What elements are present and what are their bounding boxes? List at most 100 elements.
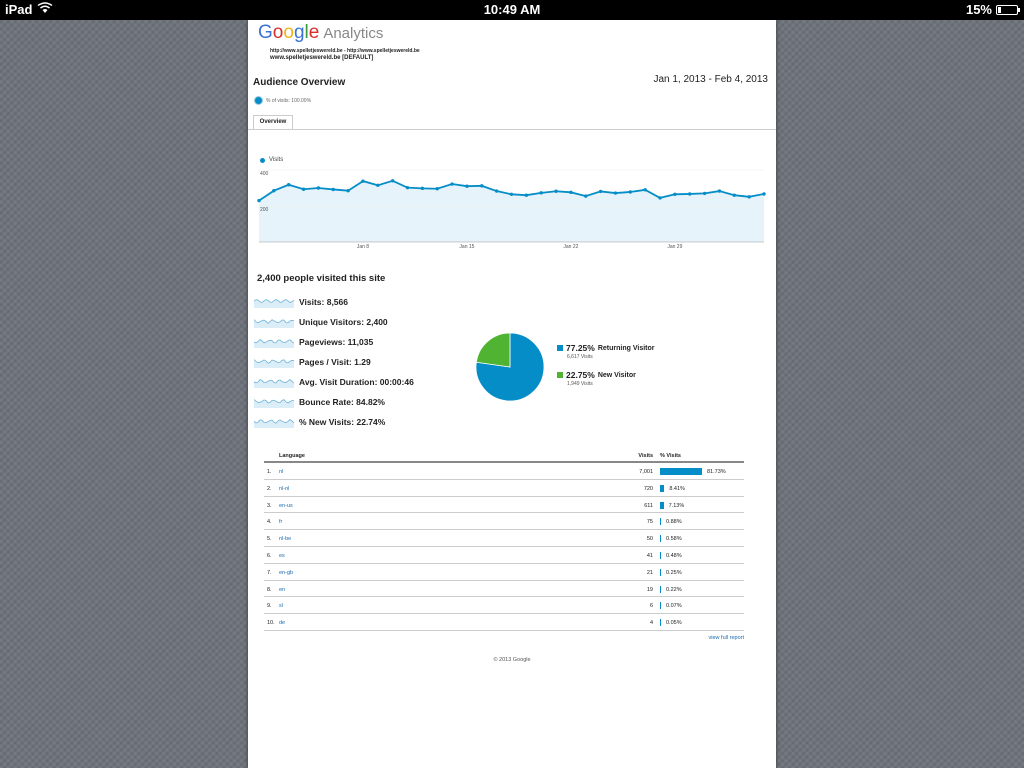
data-point — [673, 192, 677, 196]
visitor-type-pie — [475, 332, 545, 402]
row-share-bar — [660, 501, 664, 509]
google-analytics-logo: Google Analytics — [258, 22, 383, 44]
header-language: Language — [279, 453, 305, 459]
chart-legend: Visits — [260, 157, 283, 163]
row-pct: 0.48% — [666, 552, 682, 559]
segment-indicator: % of visits: 100.00% — [254, 96, 311, 105]
table-row: 4. fr 75 0.88% — [264, 513, 744, 531]
data-point — [316, 186, 321, 190]
segment-label: % of visits: 100.00% — [266, 97, 312, 104]
summary-headline: 2,400 people visited this site — [257, 273, 386, 284]
row-pct: 0.25% — [666, 569, 682, 576]
segment-pie-icon — [254, 96, 263, 105]
row-share-bar — [660, 602, 661, 610]
data-point — [420, 186, 425, 191]
sparkline-icon — [254, 359, 294, 368]
row-visits: 21 — [646, 569, 653, 576]
sparkline-icon — [254, 379, 294, 388]
property-url: http://www.spelletjeswereld.be - http://… — [270, 48, 420, 54]
data-point — [272, 189, 276, 193]
data-point — [658, 196, 662, 200]
table-row: 9. sl 6 0.07% — [264, 597, 744, 615]
data-point — [717, 189, 722, 193]
language-link[interactable]: fr — [279, 519, 282, 525]
language-link[interactable]: nl-be — [279, 536, 291, 542]
x-tick-label: Jan 8 — [357, 244, 369, 250]
language-link[interactable]: sl — [279, 603, 283, 609]
table-row: 1. nl 7,001 81.73% — [264, 463, 744, 480]
metric-value: 11,035 — [345, 337, 374, 347]
legend-percent: 77.25% — [566, 343, 595, 353]
pie-slice — [475, 332, 511, 368]
battery-percent: 15% — [965, 2, 992, 17]
pie-legend-item: 22.75% New Visitor 1,949 Visits — [557, 370, 717, 387]
language-link[interactable]: nl-nl — [279, 486, 289, 492]
header-pct-visits: % Visits — [660, 453, 681, 459]
data-point — [747, 195, 751, 199]
data-point — [524, 193, 529, 197]
metric-label: Unique Visitors: — [299, 317, 365, 327]
language-link[interactable]: en-gb — [279, 570, 293, 576]
row-rank: 1. — [267, 469, 272, 475]
data-point — [287, 183, 291, 187]
metric-label: Avg. Visit Duration: — [299, 377, 378, 387]
language-link[interactable]: en — [279, 587, 285, 593]
row-rank: 4. — [267, 519, 272, 526]
data-point — [554, 189, 558, 193]
table-row: 5. nl-be 50 0.58% — [264, 530, 744, 547]
metric-row: Avg. Visit Duration: 00:00:46 — [254, 375, 454, 389]
y-tick-label: 400 — [260, 171, 269, 177]
data-point — [539, 191, 543, 195]
legend-percent: 22.75% — [566, 370, 595, 380]
logo-word: Google — [258, 22, 320, 43]
data-point — [584, 194, 588, 198]
metric-value: 2,400 — [364, 317, 388, 327]
data-point — [405, 185, 410, 190]
metric-row: Bounce Rate: 84.82% — [254, 395, 454, 409]
data-point — [361, 179, 365, 183]
row-rank: 5. — [267, 536, 272, 543]
visits-trend-chart: 400 200 Jan 8 Jan 15 Jan 22 Jan 29 — [257, 169, 766, 250]
data-point — [628, 190, 633, 194]
language-link[interactable]: de — [279, 620, 285, 626]
sparkline-icon — [254, 338, 294, 348]
row-share-bar — [660, 568, 661, 576]
ios-status-bar: iPad 10:49 AM 15% — [0, 0, 1024, 20]
row-visits: 6 — [649, 603, 653, 610]
sparkline-icon — [254, 299, 294, 308]
metric-value: 8,566 — [324, 297, 348, 307]
legend-swatch — [557, 372, 563, 378]
row-rank: 6. — [267, 552, 272, 559]
row-pct: 0.58% — [666, 536, 682, 543]
tab-divider — [248, 129, 776, 130]
data-point — [569, 190, 573, 195]
product-name: Analytics — [323, 25, 384, 42]
metric-value: 00:00:46 — [377, 377, 414, 387]
row-share-bar — [660, 585, 661, 593]
row-share-bar — [660, 518, 661, 526]
legend-dot-icon — [260, 157, 265, 163]
language-link[interactable]: es — [279, 553, 285, 559]
row-pct: 0.22% — [666, 586, 682, 593]
table-header: Language Visits % Visits — [264, 450, 744, 463]
language-link[interactable]: nl — [279, 469, 283, 475]
view-full-report-link[interactable]: view full report — [709, 635, 744, 641]
date-range[interactable]: Jan 1, 2013 - Feb 4, 2013 — [653, 74, 768, 85]
tab-overview[interactable]: Overview — [253, 115, 293, 129]
status-time: 10:49 AM — [483, 2, 541, 17]
row-share-bar — [660, 535, 661, 543]
data-point — [465, 184, 469, 188]
copyright: © 2013 Google — [493, 657, 531, 663]
data-point — [494, 189, 499, 193]
row-visits: 75 — [646, 519, 653, 526]
row-share-bar — [660, 619, 661, 627]
table-row: 7. en-gb 21 0.25% — [264, 564, 744, 581]
language-link[interactable]: en-us — [279, 503, 293, 509]
page-title: Audience Overview — [253, 77, 346, 88]
row-rank: 7. — [267, 569, 272, 576]
row-rank: 10. — [267, 620, 275, 627]
row-pct: 7.13% — [668, 502, 685, 509]
language-table: Language Visits % Visits 1. nl 7,001 81.73%… — [264, 450, 744, 631]
data-point — [688, 192, 692, 196]
metric-label: Visits: — [299, 297, 325, 307]
